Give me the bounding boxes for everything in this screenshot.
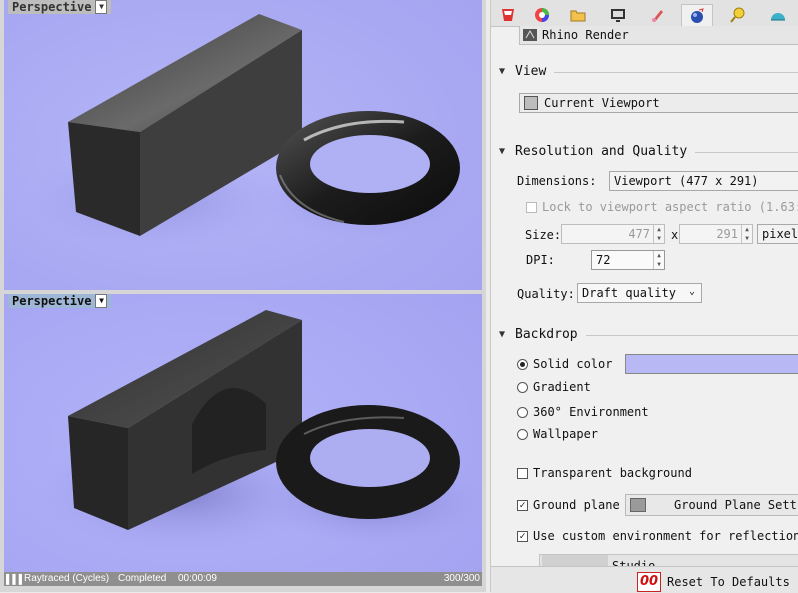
environment-360-label: 360° Environment	[533, 405, 649, 419]
viewport-title-label: Perspective	[12, 0, 92, 14]
ground-plane-settings-button[interactable]: Ground Plane Sett	[625, 494, 798, 516]
reset-icon: 00	[637, 572, 661, 592]
render-passes-text: 300/300	[443, 573, 480, 584]
section-view-title: View	[515, 63, 547, 79]
radio-360-environment[interactable]	[517, 407, 528, 418]
environment-icon	[771, 13, 785, 21]
renderer-name: Rhino Render	[542, 28, 629, 42]
dimensions-label: Dimensions:	[517, 174, 597, 188]
viewport-title-label: Perspective	[12, 294, 92, 308]
viewport-area: Perspective ▼ Perspective ▼ ▌▌▌ Raytrace…	[0, 0, 486, 592]
section-backdrop-header[interactable]: ▼ Backdrop	[499, 325, 798, 343]
render-mode-text: Raytraced (Cycles)	[24, 573, 110, 584]
viewport-swatch-icon	[524, 96, 538, 110]
tab-materials[interactable]	[527, 4, 557, 26]
viewport-menu-arrow-icon[interactable]: ▼	[95, 294, 108, 308]
tab-search[interactable]	[723, 4, 753, 26]
tab-paint[interactable]	[643, 4, 673, 26]
tab-files[interactable]	[563, 4, 593, 26]
scene-render-bottom	[4, 294, 482, 586]
view-dropdown[interactable]: Current Viewport	[519, 93, 798, 113]
view-value: Current Viewport	[544, 96, 660, 110]
tab-rendering[interactable]	[681, 4, 713, 27]
render-time-text: 00:00:09	[178, 573, 217, 584]
sphere-icon	[691, 8, 704, 23]
width-spinner-icon[interactable]: ▲ ▼	[653, 225, 664, 243]
size-label: Size:	[525, 228, 562, 242]
render-settings-panel: Rhino Render ▼ View Current Viewport ▼ R…	[490, 0, 798, 593]
render-state-text: Completed	[118, 573, 167, 584]
section-view-header[interactable]: ▼ View	[499, 62, 798, 80]
size-times-label: x	[671, 228, 679, 242]
magnifier-icon	[730, 7, 745, 23]
dpi-label: DPI:	[526, 253, 555, 267]
custom-environment-label: Use custom environment for reflections	[533, 529, 798, 543]
height-input[interactable]: 291 ▲ ▼	[679, 224, 753, 244]
transparent-background-label: Transparent background	[533, 466, 692, 480]
chevron-down-icon: ▼	[499, 65, 506, 77]
raytrace-status-bar: ▌▌▌ Raytraced (Cycles) Completed 00:00:0…	[4, 572, 482, 586]
dpi-value: 72	[596, 253, 611, 267]
viewport-menu-arrow-icon[interactable]: ▼	[95, 0, 108, 14]
height-spinner-icon[interactable]: ▲ ▼	[741, 225, 752, 243]
units-value: pixels	[762, 227, 798, 241]
panel-bottom-bar: 00 Reset To Defaults	[491, 566, 798, 593]
section-resolution-title: Resolution and Quality	[515, 143, 688, 159]
viewport-title-bottom[interactable]: Perspective ▼	[8, 294, 112, 308]
reset-label: Reset To Defaults	[667, 575, 790, 589]
perspective-viewport-top[interactable]: Perspective ▼	[4, 0, 482, 290]
reset-to-defaults-button[interactable]: 00 Reset To Defaults	[637, 572, 797, 592]
solid-color-label: Solid color	[533, 357, 613, 371]
lock-aspect-checkbox[interactable]	[526, 202, 537, 213]
tab-display[interactable]	[603, 4, 633, 26]
radio-wallpaper[interactable]	[517, 429, 528, 440]
folder-icon	[570, 10, 586, 22]
dpi-input[interactable]: 72 ▲ ▼	[591, 250, 665, 270]
progress-icon: ▌▌▌	[6, 574, 26, 584]
render-tab-icon	[502, 9, 514, 21]
ground-plane-icon	[630, 498, 646, 512]
height-value: 291	[716, 227, 738, 241]
solid-color-swatch[interactable]	[625, 354, 798, 374]
tab-environment[interactable]	[763, 4, 793, 26]
width-input[interactable]: 477 ▲ ▼	[561, 224, 665, 244]
wallpaper-label: Wallpaper	[533, 427, 599, 441]
width-value: 477	[628, 227, 650, 241]
brush-icon	[652, 10, 663, 22]
section-backdrop-title: Backdrop	[515, 326, 578, 342]
quality-dropdown[interactable]: Draft quality ⌄	[577, 283, 702, 303]
monitor-icon	[611, 9, 625, 22]
gradient-label: Gradient	[533, 380, 591, 394]
chevron-down-icon: ▼	[499, 328, 506, 340]
dimensions-value: Viewport (477 x 291)	[614, 174, 759, 188]
transparent-background-checkbox[interactable]	[517, 468, 528, 479]
tab-properties[interactable]	[493, 4, 523, 26]
chevron-down-icon: ▼	[499, 145, 506, 157]
ground-plane-checkbox[interactable]: ✓	[517, 500, 528, 511]
scene-render-top	[4, 0, 482, 290]
ground-plane-label: Ground plane	[533, 498, 620, 512]
current-renderer[interactable]: Rhino Render	[519, 26, 798, 45]
chevron-down-icon: ⌄	[688, 286, 695, 297]
dpi-spinner-icon[interactable]: ▲ ▼	[653, 251, 664, 269]
panel-tab-strip	[491, 0, 798, 27]
ground-plane-settings-label: Ground Plane Sett	[674, 498, 797, 512]
radio-solid-color[interactable]	[517, 359, 528, 370]
quality-value: Draft quality	[582, 286, 676, 300]
section-divider	[554, 71, 798, 73]
viewport-title-top[interactable]: Perspective ▼	[8, 0, 112, 14]
rhino-icon	[523, 29, 537, 41]
lock-aspect-label: Lock to viewport aspect ratio (1.63:1	[542, 200, 798, 214]
quality-label: Quality:	[517, 287, 575, 301]
section-divider	[585, 334, 798, 336]
perspective-viewport-bottom[interactable]: Perspective ▼	[4, 294, 482, 586]
section-divider	[695, 151, 798, 153]
units-dropdown[interactable]: pixels	[757, 224, 798, 244]
radio-gradient[interactable]	[517, 382, 528, 393]
custom-environment-checkbox[interactable]: ✓	[517, 531, 528, 542]
color-wheel-icon	[535, 8, 549, 22]
dimensions-dropdown[interactable]: Viewport (477 x 291)	[609, 171, 798, 191]
section-resolution-header[interactable]: ▼ Resolution and Quality	[499, 142, 798, 160]
